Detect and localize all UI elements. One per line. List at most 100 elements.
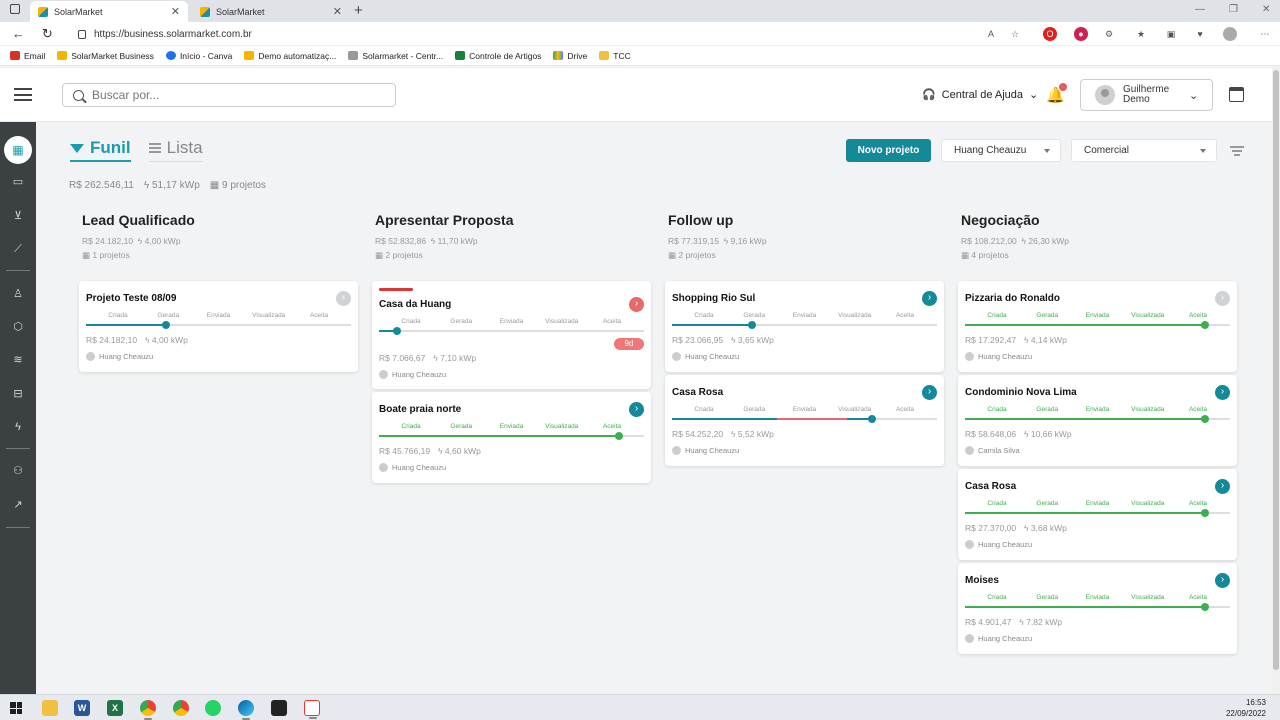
stage-progress-knob[interactable]	[1201, 415, 1209, 423]
project-card[interactable]: Casa Rosa › Criada Gerada Enviada Visualiza…	[958, 469, 1237, 560]
browser-tab-2[interactable]: SolarMarket ✕	[192, 1, 350, 22]
file-explorer-icon[interactable]	[42, 700, 58, 716]
search-box[interactable]	[62, 83, 396, 107]
pipeline-filter-select[interactable]: Comercial	[1071, 139, 1217, 162]
help-center-menu[interactable]: 🎧 Central de Ajuda ⌄	[922, 88, 1038, 102]
stage-progress-knob[interactable]	[1201, 321, 1209, 329]
card-title: Casa Rosa	[672, 387, 724, 398]
whatsapp-icon[interactable]	[205, 700, 221, 716]
bookmark-demo[interactable]: Demo automatizaç...	[244, 51, 336, 61]
chrome-icon[interactable]	[140, 700, 156, 720]
restore-icon[interactable]: ❐	[1229, 4, 1238, 15]
bookmark-solarmarket[interactable]: SolarMarket Business	[57, 51, 154, 61]
project-card[interactable]: Shopping Rio Sul › Criada Gerada Enviada Vi…	[665, 281, 944, 372]
scrollbar-thumb[interactable]	[1273, 70, 1279, 670]
chevron-right-icon[interactable]: ›	[1215, 479, 1230, 494]
chevron-right-icon[interactable]: ›	[1215, 291, 1230, 306]
calendar-icon[interactable]	[1229, 87, 1244, 102]
sidebar-item-energy[interactable]: ϟ	[10, 419, 26, 435]
clock-date: 22/09/2022	[1225, 709, 1266, 718]
tab-actions-icon[interactable]	[10, 4, 20, 14]
project-card[interactable]: Moises › Criada Gerada Enviada Visualizada A…	[958, 563, 1237, 654]
sidebar-item-dashboard[interactable]: ▦	[4, 136, 32, 164]
favorites-icon[interactable]: ★	[1134, 27, 1148, 41]
stage-progress-knob[interactable]	[393, 327, 401, 335]
chevron-right-icon[interactable]: ›	[922, 291, 937, 306]
pipeline-column: Follow up R$ 77.319,15 ϟ 9,16 kWp ▦ 2 pr…	[659, 212, 944, 466]
project-card[interactable]: Condominio Nova Lima › Criada Gerada Envia…	[958, 375, 1237, 466]
close-tab-icon[interactable]: ✕	[171, 5, 180, 18]
card-owner-name: Huang Cheauzu	[978, 634, 1033, 643]
chevron-right-icon[interactable]: ›	[629, 402, 644, 417]
bookmark-canva[interactable]: Início - Canva	[165, 51, 232, 61]
owner-filter-select[interactable]: Huang Cheauzu	[941, 139, 1061, 162]
excel-icon[interactable]: X	[107, 700, 123, 716]
sidebar-item-clients[interactable]: ♙	[10, 286, 26, 302]
browser-essentials-icon[interactable]: ♥	[1193, 27, 1207, 41]
project-card[interactable]: 9d Casa da Huang › Criada Gerada Enviada Vi…	[372, 281, 651, 389]
stage-progress-knob[interactable]	[615, 432, 623, 440]
browser-tab-1[interactable]: SolarMarket ✕	[30, 1, 188, 22]
reload-icon[interactable]: ↻	[42, 26, 53, 42]
collections-icon[interactable]: ▣	[1164, 27, 1178, 41]
filter-lines-icon[interactable]	[1230, 146, 1244, 156]
search-input[interactable]	[92, 88, 382, 102]
word-icon[interactable]: W	[74, 700, 90, 716]
notifications-bell-icon[interactable]: 🔔	[1046, 83, 1067, 104]
sidebar-item-kits[interactable]: ≋	[10, 352, 26, 368]
sidebar-item-batteries[interactable]: ⊟	[10, 386, 26, 402]
menu-icon[interactable]	[14, 88, 32, 101]
system-clock[interactable]: 16:53 22/09/2022	[1226, 697, 1266, 719]
sidebar-item-team[interactable]: ⚇	[10, 463, 26, 479]
profile-avatar-icon[interactable]	[1223, 27, 1237, 41]
new-tab-button[interactable]: +	[354, 2, 363, 19]
chevron-right-icon[interactable]: ›	[1215, 385, 1230, 400]
sticky-notes-icon[interactable]	[271, 700, 287, 716]
chevron-right-icon[interactable]: ›	[336, 291, 351, 306]
bookmark-drive[interactable]: Drive	[553, 51, 587, 61]
page-scrollbar[interactable]	[1272, 68, 1280, 694]
opera-extension-icon[interactable]: O	[1043, 27, 1057, 41]
stage-progress-knob[interactable]	[1201, 603, 1209, 611]
url-field[interactable]: https://business.solarmarket.com.br	[78, 25, 1028, 43]
app-header: 🎧 Central de Ajuda ⌄ 🔔 Guilherme Demo ⌄	[0, 68, 1272, 122]
bookmark-artigos[interactable]: Controle de Artigos	[455, 51, 541, 61]
tab-lista[interactable]: Lista	[148, 138, 203, 162]
chrome-profile-icon[interactable]	[173, 700, 189, 716]
chevron-right-icon[interactable]: ›	[629, 297, 644, 312]
stage-label: Gerada	[743, 406, 766, 413]
presentation-app-icon[interactable]	[304, 700, 320, 719]
chevron-right-icon[interactable]: ›	[922, 385, 937, 400]
sidebar-item-growth[interactable]: ↗	[10, 497, 26, 513]
user-menu[interactable]: Guilherme Demo ⌄	[1080, 79, 1213, 111]
extensions-puzzle-icon[interactable]: ⚙	[1102, 27, 1116, 41]
chevron-right-icon[interactable]: ›	[1215, 573, 1230, 588]
project-card[interactable]: Boate praia norte › Criada Gerada Enviada V…	[372, 392, 651, 483]
close-tab-icon[interactable]: ✕	[333, 5, 342, 18]
sidebar-item-reports[interactable]: ⟋	[10, 241, 26, 257]
stage-progress-knob[interactable]	[748, 321, 756, 329]
close-window-icon[interactable]: ✕	[1262, 4, 1270, 15]
read-aloud-icon[interactable]: A	[984, 27, 998, 41]
stage-progress-knob[interactable]	[1201, 509, 1209, 517]
new-project-button[interactable]: Novo projeto	[846, 139, 931, 162]
bookmark-central[interactable]: Solarmarket - Centr...	[348, 51, 443, 61]
stage-progress-knob[interactable]	[868, 415, 876, 423]
tab-funil[interactable]: Funil	[70, 138, 131, 162]
sidebar-item-cart[interactable]: ⊻	[10, 208, 26, 224]
bookmark-email[interactable]: Email	[10, 51, 45, 61]
edge-icon[interactable]	[238, 700, 254, 720]
favorite-star-icon[interactable]: ☆	[1008, 27, 1022, 41]
windows-start-icon[interactable]	[10, 702, 22, 714]
more-menu-icon[interactable]: ⋯	[1258, 27, 1272, 41]
bookmark-tcc[interactable]: TCC	[599, 51, 631, 61]
project-card[interactable]: Pizzaria do Ronaldo › Criada Gerada Enviad…	[958, 281, 1237, 372]
project-card[interactable]: Casa Rosa › Criada Gerada Enviada Visualiza…	[665, 375, 944, 466]
back-icon[interactable]: ←	[12, 26, 25, 41]
stage-progress-knob[interactable]	[162, 321, 170, 329]
extension-badge-icon[interactable]: ●	[1074, 27, 1088, 41]
sidebar-item-products[interactable]: ⬡	[10, 319, 26, 335]
sidebar-item-calendar[interactable]: ▭	[10, 174, 26, 190]
project-card[interactable]: Projeto Teste 08/09 › Criada Gerada Enviad…	[79, 281, 358, 372]
minimize-icon[interactable]: —	[1195, 4, 1205, 15]
